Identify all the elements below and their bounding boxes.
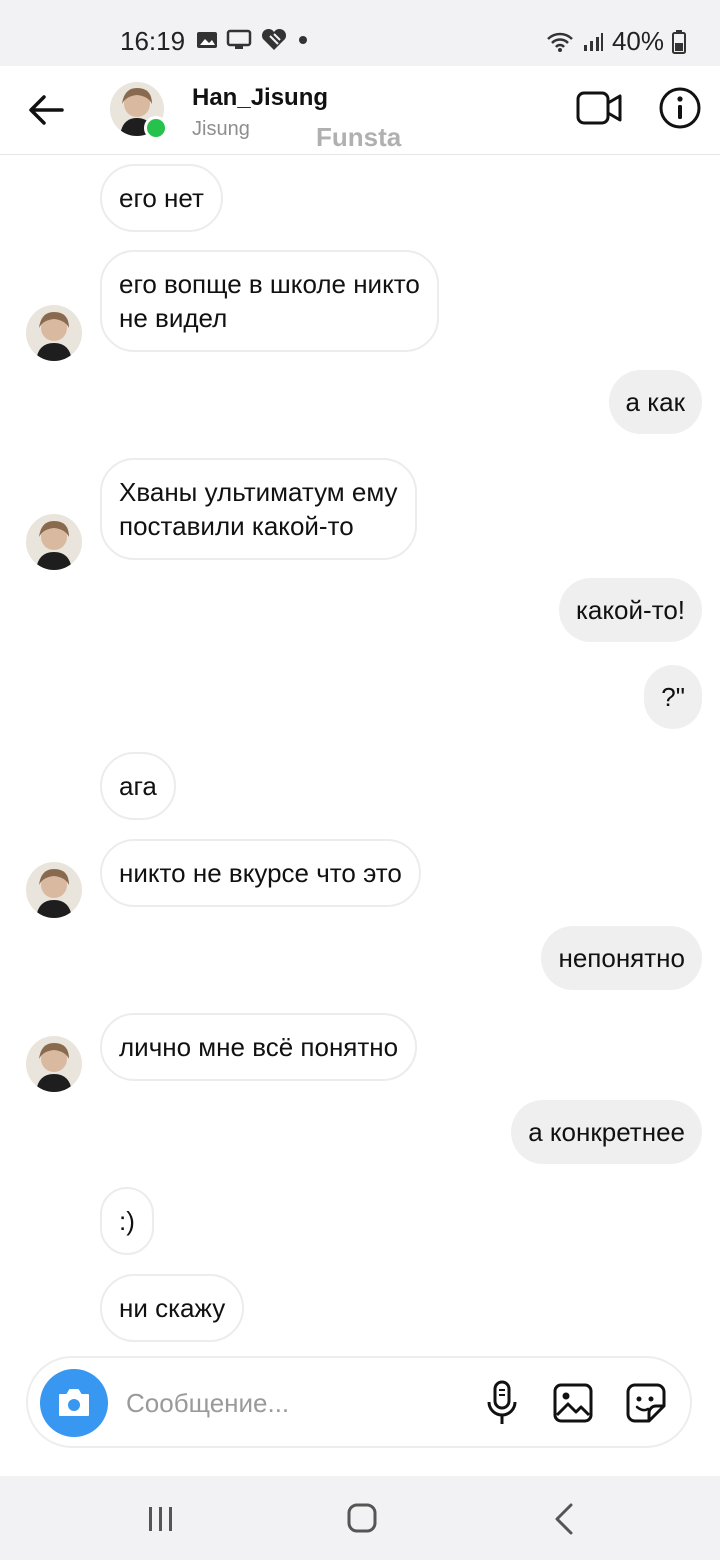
sender-avatar[interactable] (26, 1036, 82, 1092)
message-composer (26, 1356, 692, 1448)
status-right: 40% (546, 26, 686, 57)
message-bubble-incoming[interactable]: ага (100, 752, 176, 820)
info-icon[interactable] (658, 86, 702, 130)
chat-subtitle: Jisung (192, 118, 250, 140)
gallery-icon[interactable] (552, 1382, 594, 1424)
dot-icon (299, 36, 307, 44)
microphone-icon[interactable] (482, 1380, 522, 1426)
chat-username[interactable]: Han_Jisung (192, 84, 328, 112)
recents-icon[interactable] (146, 1504, 176, 1534)
battery-percent: 40% (611, 26, 664, 56)
message-bubble-outgoing[interactable]: какой-то! (558, 578, 702, 642)
message-bubble-outgoing[interactable]: а как (608, 370, 702, 434)
wifi-icon (547, 32, 573, 52)
sender-avatar[interactable] (26, 305, 82, 361)
message-bubble-outgoing[interactable]: непонятно (541, 926, 702, 990)
image-notification-icon (197, 32, 217, 48)
home-icon[interactable] (346, 1502, 378, 1534)
watermark: Funsta (316, 122, 402, 152)
screen-notification-icon (226, 29, 252, 49)
sticker-icon[interactable] (624, 1382, 668, 1426)
message-bubble-incoming[interactable]: его вопще в школе никто не видел (100, 250, 439, 352)
message-bubble-incoming[interactable]: лично мне всё понятно (100, 1013, 418, 1081)
message-bubble-incoming[interactable]: ни скажу (100, 1274, 245, 1342)
message-bubble-outgoing[interactable]: а конкретнее (511, 1100, 702, 1164)
heart-notification-icon (261, 28, 287, 50)
nav-back-icon[interactable] (552, 1502, 576, 1536)
sender-avatar[interactable] (26, 862, 82, 918)
message-bubble-outgoing[interactable]: ?" (644, 665, 702, 729)
message-input[interactable] (124, 1380, 448, 1426)
status-bar: 16:19 40% (0, 0, 720, 66)
notification-icons (196, 28, 310, 52)
message-bubble-incoming[interactable]: Хваны ультиматум ему поставили какой-то (100, 458, 417, 560)
message-bubble-incoming[interactable]: его нет (100, 164, 223, 232)
sender-avatar[interactable] (26, 514, 82, 570)
camera-button[interactable] (40, 1369, 108, 1437)
video-call-icon[interactable] (576, 88, 622, 128)
message-bubble-incoming[interactable]: :) (100, 1187, 154, 1255)
status-time: 16:19 (120, 26, 186, 56)
signal-icon (583, 32, 603, 51)
system-nav-bar (0, 1476, 720, 1560)
battery-icon (672, 29, 686, 54)
back-arrow-icon[interactable] (26, 90, 66, 130)
camera-icon (59, 1389, 89, 1416)
message-bubble-incoming[interactable]: никто не вкурсе что это (100, 839, 421, 907)
chat-header: Han_Jisung Jisung Funsta (0, 66, 720, 155)
online-status-dot (144, 116, 168, 140)
